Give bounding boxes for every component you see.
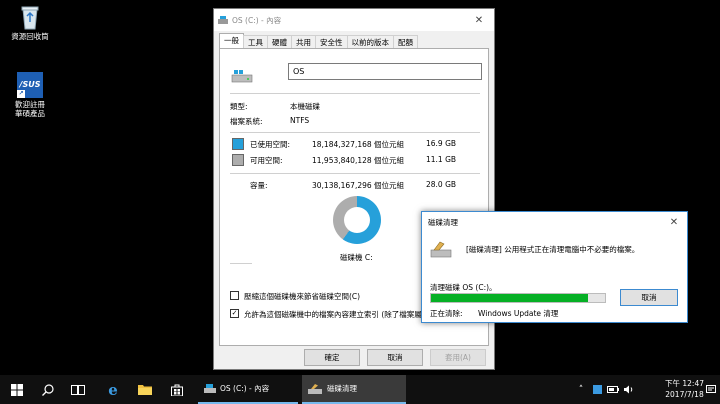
filesystem-label: 檔案系統: [230, 117, 263, 126]
tab-tools[interactable]: 工具 [243, 35, 268, 48]
battery-icon [607, 386, 619, 393]
disk-cleanup-dialog: 磁碟清理 ✕ [磁碟清理] 公用程式正在清理電腦中不必要的檔案。 清理磁碟 OS… [421, 211, 688, 323]
apply-button[interactable]: 套用(A) [430, 349, 486, 366]
ok-button[interactable]: 確定 [304, 349, 360, 366]
cleanup-message: [磁碟清理] 公用程式正在清理電腦中不必要的檔案。 [466, 245, 640, 254]
desktop-icon-label: 資源回收筒 [11, 32, 49, 41]
progress-fill [431, 294, 588, 302]
compress-label: 壓縮這個磁碟機來節省磁碟空間(C) [244, 292, 361, 301]
taskbar-app-properties[interactable]: OS (C:) - 內容 [198, 375, 298, 404]
battery-button[interactable] [606, 375, 620, 404]
taskbar-app-disk-cleanup[interactable]: 磁碟清理 [302, 375, 406, 404]
taskbar-app-label: OS (C:) - 內容 [220, 384, 270, 393]
used-space-bytes: 18,184,327,168 個位元組 [312, 140, 405, 149]
folder-icon [138, 385, 152, 395]
cleanup-title: 磁碟清理 [428, 217, 458, 227]
used-space-swatch [232, 138, 244, 150]
windows-logo-icon [11, 383, 23, 396]
capacity-bytes: 30,138,167,296 個位元組 [312, 181, 405, 190]
desktop-icon-asus[interactable]: /SUS ↗ 歡迎註冊華碩產品 [0, 72, 60, 118]
used-space-gb: 16.9 GB [426, 139, 457, 148]
tab-sharing[interactable]: 共用 [291, 35, 316, 48]
used-space-label: 已使用空間: [250, 140, 291, 149]
asus-icon: /SUS ↗ [17, 72, 43, 98]
close-icon[interactable]: ✕ [464, 15, 494, 26]
drive-name-input[interactable]: OS [288, 63, 482, 80]
window-title: OS (C:) - 內容 [232, 15, 282, 25]
divider [230, 263, 252, 264]
drive-icon [231, 70, 253, 83]
properties-titlebar[interactable]: OS (C:) - 內容 ✕ [214, 9, 494, 31]
cleanup-cancel-button[interactable]: 取消 [620, 289, 678, 306]
usage-donut-chart [333, 196, 381, 244]
search-icon [42, 383, 54, 396]
tab-general[interactable]: 一般 [219, 33, 244, 48]
cleanup-titlebar[interactable]: 磁碟清理 ✕ [422, 212, 687, 232]
store-button[interactable] [162, 375, 192, 404]
filesystem-value: NTFS [290, 116, 310, 125]
tab-strip: 一般 工具 硬體 共用 安全性 以前的版本 配額 [219, 33, 418, 48]
divider [230, 132, 480, 133]
drive-caption: 磁碟機 C: [340, 253, 373, 262]
tab-hardware[interactable]: 硬體 [267, 35, 292, 48]
clock-date: 2017/7/18 [665, 390, 704, 399]
tray-app-button[interactable] [590, 375, 604, 404]
cleaning-label: 正在清除: [430, 309, 463, 318]
chevron-up-icon: ˄ [578, 384, 584, 395]
drive-small-icon [204, 384, 216, 393]
recycle-bin-icon [20, 4, 40, 30]
volume-button[interactable] [622, 375, 636, 404]
tab-security[interactable]: 安全性 [315, 35, 348, 48]
taskbar-clock[interactable]: 下午 12:47 2017/7/18 [665, 378, 704, 400]
clock-time: 下午 12:47 [665, 379, 704, 388]
divider [230, 173, 480, 174]
cancel-button[interactable]: 取消 [367, 349, 423, 366]
action-center-button[interactable] [704, 375, 718, 404]
divider [230, 93, 480, 94]
shortcut-arrow-icon: ↗ [17, 90, 25, 98]
compress-checkbox[interactable] [230, 291, 239, 300]
tray-app-icon [592, 385, 602, 394]
close-icon[interactable]: ✕ [661, 217, 687, 228]
disk-cleanup-icon [308, 384, 322, 394]
file-explorer-button[interactable] [130, 375, 160, 404]
drive-small-icon [218, 16, 228, 24]
notification-icon [706, 384, 716, 393]
store-icon [171, 384, 183, 396]
type-label: 類型: [230, 102, 248, 111]
capacity-gb: 28.0 GB [426, 180, 457, 189]
edge-button[interactable]: e [98, 375, 128, 404]
cleanup-body: [磁碟清理] 公用程式正在清理電腦中不必要的檔案。 清理磁碟 OS (C:)。 … [422, 232, 687, 322]
capacity-label: 容量: [250, 181, 268, 190]
tab-quota[interactable]: 配額 [393, 35, 418, 48]
cleaning-item: Windows Update 清理 [478, 309, 559, 318]
index-checkbox[interactable]: ✓ [230, 309, 239, 318]
search-button[interactable] [34, 375, 62, 404]
start-button[interactable] [0, 375, 34, 404]
desktop-icon-recycle-bin[interactable]: 資源回收筒 [0, 4, 60, 41]
cleanup-progress-bar [430, 293, 606, 303]
type-value: 本機磁碟 [290, 102, 320, 111]
free-space-bytes: 11,953,840,128 個位元組 [312, 156, 405, 165]
disk-cleanup-icon [430, 241, 452, 258]
tab-previous-versions[interactable]: 以前的版本 [346, 35, 394, 48]
cleanup-drive-line: 清理磁碟 OS (C:)。 [430, 283, 497, 292]
task-view-icon [71, 384, 85, 395]
taskbar: e OS (C:) - 內容 磁碟清理 ˄ 下午 12:47 2017/7/18 [0, 375, 720, 404]
desktop-icon-label: 歡迎註冊華碩產品 [15, 100, 45, 118]
taskbar-app-label: 磁碟清理 [327, 384, 357, 393]
free-space-label: 可用空間: [250, 156, 283, 165]
free-space-gb: 11.1 GB [426, 155, 457, 164]
edge-icon: e [108, 380, 118, 399]
free-space-swatch [232, 154, 244, 166]
speaker-icon [624, 385, 633, 394]
task-view-button[interactable] [64, 375, 92, 404]
show-hidden-icons-button[interactable]: ˄ [574, 375, 588, 404]
